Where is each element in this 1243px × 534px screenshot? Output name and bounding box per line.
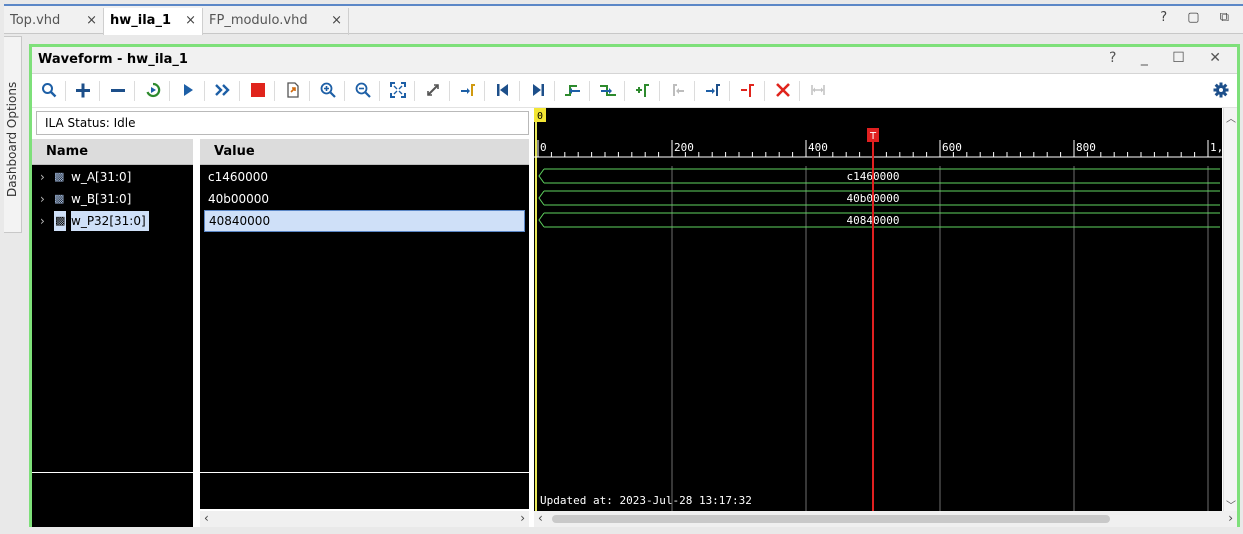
value-list-footer [200,473,529,509]
waveform-horizontal-scrollbar[interactable]: ‹ › [534,511,1237,527]
ruler-tick-label: 600 [942,141,962,154]
goto-end-icon[interactable] [527,79,549,101]
run-continuous-icon[interactable] [212,79,234,101]
bus-icon: ▩ [54,211,67,231]
tab-label: Top.vhd [10,13,61,28]
bus-edge [538,168,545,184]
value-horizontal-scrollbar[interactable]: ‹ › [200,511,529,527]
scroll-left-icon[interactable]: ‹ [204,511,209,525]
vertical-scrollbar[interactable]: ︿ ﹀ [1223,108,1237,514]
name-column-header[interactable]: Name [32,139,193,165]
panel-window-controls[interactable]: ? _ ☐ ✕ [1109,50,1231,66]
add-marker-icon[interactable] [632,79,654,101]
close-icon[interactable]: × [331,8,342,34]
goto-start-icon[interactable] [492,79,514,101]
tab-label: FP_modulo.vhd [209,13,308,28]
panel-title-bar: Waveform - hw_ila_1 ? _ ☐ ✕ [32,47,1237,74]
delete-icon[interactable] [772,79,794,101]
signal-value: 40840000 [204,210,525,232]
stop-icon[interactable] [247,79,269,101]
time-ruler: 0 200 400 600 800 1,0 [534,140,1230,158]
tab-hw-ila-1[interactable]: hw_ila_1 × [103,8,203,35]
waveform-panel: Waveform - hw_ila_1 ? _ ☐ ✕ ILA Status: … [29,44,1240,527]
zoom-fit-icon[interactable] [387,79,409,101]
bus-edge [538,190,545,206]
bus-icon: ▩ [54,192,65,205]
cursor-icon[interactable] [422,79,444,101]
zoom-out-icon[interactable] [352,79,374,101]
editor-tab-bar: Top.vhd × hw_ila_1 × FP_modulo.vhd × ? ▢… [4,4,1243,35]
bus-waveforms: c146000040b0000040840000 [538,168,1220,228]
gear-icon[interactable] [1210,79,1232,101]
panel-title: Waveform - hw_ila_1 [38,52,188,67]
ruler-tick-label: 800 [1076,141,1096,154]
ruler-tick-label: 1,0 [1210,141,1222,154]
ruler-tick-label: 0 [540,141,547,154]
close-icon[interactable]: × [86,8,97,34]
remove-icon[interactable] [107,79,129,101]
goto-marker-icon[interactable] [457,79,479,101]
tab-top-vhd[interactable]: Top.vhd × [4,8,104,35]
search-icon[interactable] [38,79,60,101]
trigger-marker: T [867,128,879,514]
ruler-tick-label: 400 [808,141,828,154]
value-column-header[interactable]: Value [200,139,529,165]
waveform-toolbar [32,75,1237,108]
signal-name: w_P32[31:0] [71,211,149,231]
origin-marker-label: 0 [537,111,543,122]
close-icon[interactable]: × [185,8,196,34]
next-marker-icon[interactable] [702,79,724,101]
updated-timestamp: Updated at: 2023-Jul-28 13:17:32 [540,494,752,507]
chevron-right-icon[interactable]: › [40,167,45,187]
scroll-up-icon[interactable]: ︿ [1226,110,1236,125]
prev-marker-icon[interactable] [667,79,689,101]
ila-status-field: ILA Status: Idle [36,111,529,135]
tab-fp-modulo-vhd[interactable]: FP_modulo.vhd × [203,8,349,35]
ruler-tick-label: 200 [674,141,694,154]
bus-edge [538,212,545,228]
run-trigger-immediate-icon[interactable] [142,79,164,101]
run-trigger-icon[interactable] [177,79,199,101]
chevron-right-icon[interactable]: › [40,189,45,209]
scroll-thumb[interactable] [552,515,1110,523]
name-list-footer [32,473,193,527]
scroll-right-icon[interactable]: › [520,511,525,525]
scroll-left-icon[interactable]: ‹ [538,511,543,525]
scroll-down-icon[interactable]: ﹀ [1226,497,1236,512]
bus-icon: ▩ [54,170,65,183]
tab-label: hw_ila_1 [110,13,171,28]
dashboard-options-tab[interactable]: Dashboard Options [4,36,22,233]
swap-cursor-icon[interactable] [807,79,829,101]
dashboard-options-label: Dashboard Options [5,81,19,197]
export-icon[interactable] [282,79,304,101]
signal-name: w_A[31:0] [71,170,132,184]
signal-value: c1460000 [208,170,269,184]
waveform-canvas[interactable]: 0 0 200 400 600 800 1,0 c146000040b0000040840… [534,108,1230,514]
chevron-right-icon[interactable]: › [40,211,45,231]
scroll-right-icon[interactable]: › [1228,511,1233,525]
remove-marker-icon[interactable] [737,79,759,101]
trigger-label: T [869,131,877,142]
next-transition-icon[interactable] [597,79,619,101]
time-grid [671,166,1209,514]
prev-transition-icon[interactable] [562,79,584,101]
zoom-in-icon[interactable] [317,79,339,101]
add-icon[interactable] [72,79,94,101]
signal-name: w_B[31:0] [71,192,132,206]
waveform-svg: 0 0 200 400 600 800 1,0 c146000040b0000040840… [534,108,1230,514]
tabbar-window-controls[interactable]: ? ▢ ⧉ [1160,10,1237,25]
signal-value: 40b00000 [208,192,270,206]
